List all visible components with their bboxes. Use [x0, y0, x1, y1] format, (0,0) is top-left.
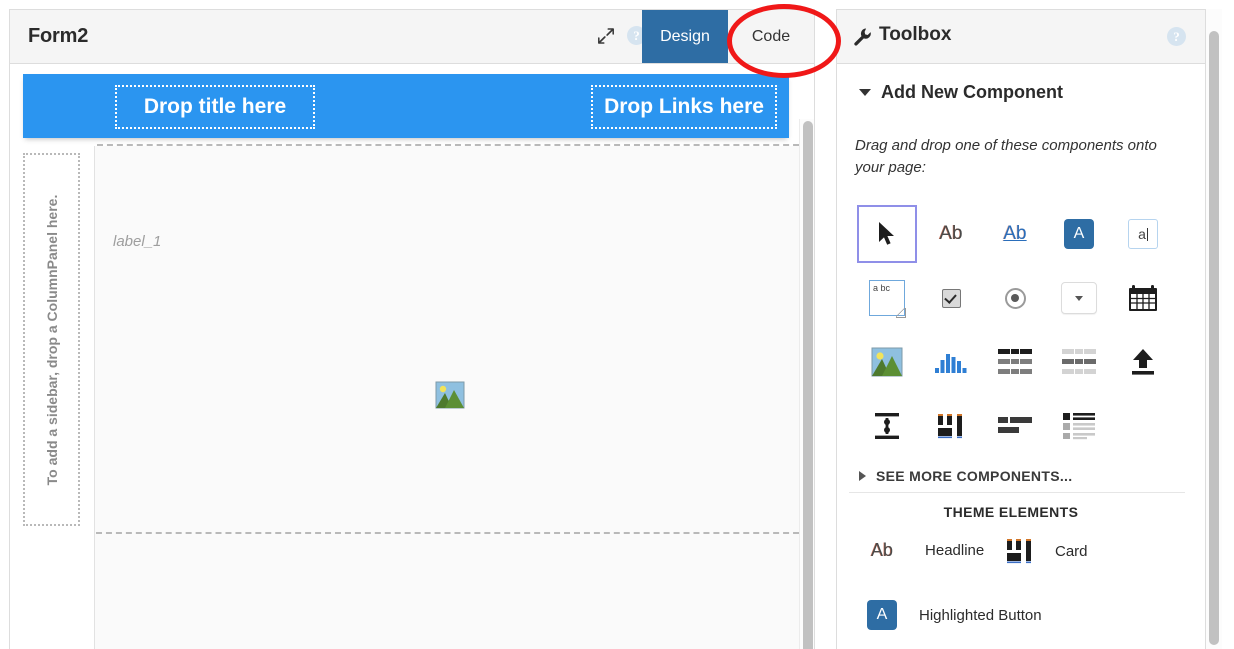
button-icon: A — [1064, 219, 1094, 249]
palette-item-card[interactable] — [919, 394, 983, 458]
palette-item-pointer-tool[interactable] — [855, 202, 919, 266]
add-new-component-description: Drag and drop one of these components on… — [855, 137, 1157, 176]
repeating-panel-icon — [1062, 349, 1096, 374]
theme-item-headline[interactable]: Ab Headline — [871, 540, 984, 561]
add-new-component-label: Add New Component — [881, 82, 1063, 102]
textarea-icon-text: a bc — [873, 283, 891, 293]
page-scrollbar[interactable] — [1206, 9, 1222, 649]
palette-item-columnpanel[interactable] — [983, 394, 1047, 458]
theme-elements-title: THEME ELEMENTS — [943, 504, 1079, 520]
drop-zone-sidebar[interactable]: To add a sidebar, drop a ColumnPanel her… — [23, 153, 80, 526]
calendar-icon — [1129, 285, 1157, 311]
palette-item-button[interactable]: A — [1047, 202, 1111, 266]
content-separator — [96, 532, 809, 534]
palette-item-radiobutton[interactable] — [983, 266, 1047, 330]
theme-item-card[interactable]: Card — [1005, 537, 1088, 565]
textbox-icon-text: a — [1138, 226, 1146, 242]
component-palette: Ab Ab A a a bc — [855, 202, 1185, 458]
palette-item-fileloader[interactable] — [1111, 330, 1175, 394]
headline-icon: Ab — [871, 540, 894, 560]
textbox-icon: a — [1128, 219, 1158, 249]
designer-scrollbar[interactable] — [799, 119, 814, 649]
spacer-icon — [875, 413, 899, 439]
designer-scrollbar-thumb[interactable] — [803, 121, 813, 649]
app-root: Form2 ? Design Code Drop title here Drop… — [0, 0, 1234, 649]
datagrid-icon — [998, 349, 1032, 374]
palette-item-dropdown[interactable] — [1047, 266, 1111, 330]
tab-code[interactable]: Code — [728, 10, 814, 63]
designer-header-icons: ? — [597, 26, 646, 45]
see-more-components-label: SEE MORE COMPONENTS... — [876, 468, 1073, 484]
page-banner: Drop title here Drop Links here — [23, 74, 789, 138]
palette-item-datepicker[interactable] — [1111, 266, 1175, 330]
toolbox-title: Toolbox — [879, 24, 952, 45]
designer-tabs: Design Code — [642, 10, 814, 63]
link-icon: Ab — [1003, 223, 1027, 244]
radio-button-icon — [1004, 287, 1026, 309]
canvas-label-1[interactable]: label_1 — [113, 233, 161, 250]
theme-item-highlighted-button-label: Highlighted Button — [919, 606, 1042, 624]
toolbox-pane: Toolbox ? Add New Component Drag and dro… — [836, 9, 1206, 649]
toolbox-divider — [849, 492, 1185, 493]
design-canvas: Drop title here Drop Links here To add a… — [10, 64, 814, 649]
palette-item-link[interactable]: Ab — [983, 202, 1047, 266]
tab-design[interactable]: Design — [642, 10, 728, 63]
highlighted-button-icon: A — [867, 600, 897, 630]
toolbox-help-icon[interactable]: ? — [1167, 27, 1186, 46]
theme-item-highlighted-button[interactable]: A Highlighted Button — [867, 600, 1042, 630]
cursor-icon — [879, 222, 894, 245]
palette-item-plot[interactable] — [919, 330, 983, 394]
designer-header: Form2 ? Design Code — [10, 10, 814, 64]
checkbox-icon — [941, 288, 961, 308]
file-upload-icon — [1132, 349, 1154, 375]
drop-zone-sidebar-label: To add a sidebar, drop a ColumnPanel her… — [43, 194, 60, 485]
palette-item-textarea[interactable]: a bc — [855, 266, 919, 330]
drop-zone-links[interactable]: Drop Links here — [591, 85, 777, 129]
chevron-down-icon — [859, 89, 871, 96]
theme-item-headline-label: Headline — [925, 542, 985, 559]
palette-item-image[interactable] — [855, 330, 919, 394]
column-panel-icon — [998, 417, 1032, 433]
page-title: Form2 — [28, 25, 89, 47]
card-icon — [1007, 539, 1031, 564]
chevron-right-icon — [859, 471, 866, 481]
palette-item-textbox[interactable]: a — [1111, 202, 1175, 266]
dropdown-icon — [1061, 282, 1097, 314]
palette-item-label[interactable]: Ab — [919, 202, 983, 266]
plot-icon — [935, 354, 967, 373]
palette-item-spacer[interactable] — [855, 394, 919, 458]
page-scrollbar-thumb[interactable] — [1209, 31, 1219, 645]
label-icon: Ab — [939, 223, 963, 244]
card-icon — [938, 414, 962, 439]
palette-item-repeatingpanel[interactable] — [1047, 330, 1111, 394]
expand-arrows-icon[interactable] — [597, 27, 615, 45]
drop-zone-title[interactable]: Drop title here — [115, 85, 315, 129]
add-new-component-section-header[interactable]: Add New Component — [859, 82, 1063, 103]
see-more-components[interactable]: SEE MORE COMPONENTS... — [859, 468, 1072, 484]
palette-item-datagrid[interactable] — [983, 330, 1047, 394]
wrench-icon — [854, 28, 871, 46]
link-panel-icon — [1063, 413, 1095, 440]
textarea-icon: a bc — [869, 280, 905, 316]
toolbox-header: Toolbox ? — [837, 10, 1205, 64]
theme-item-card-label: Card — [1055, 542, 1088, 560]
image-icon — [871, 347, 903, 377]
image-placeholder-icon[interactable] — [435, 380, 465, 410]
palette-item-linkpanel[interactable] — [1047, 394, 1111, 458]
palette-item-checkbox[interactable] — [919, 266, 983, 330]
form-designer-pane: Form2 ? Design Code Drop title here Drop… — [9, 9, 815, 649]
palette-item-empty — [1111, 394, 1175, 458]
